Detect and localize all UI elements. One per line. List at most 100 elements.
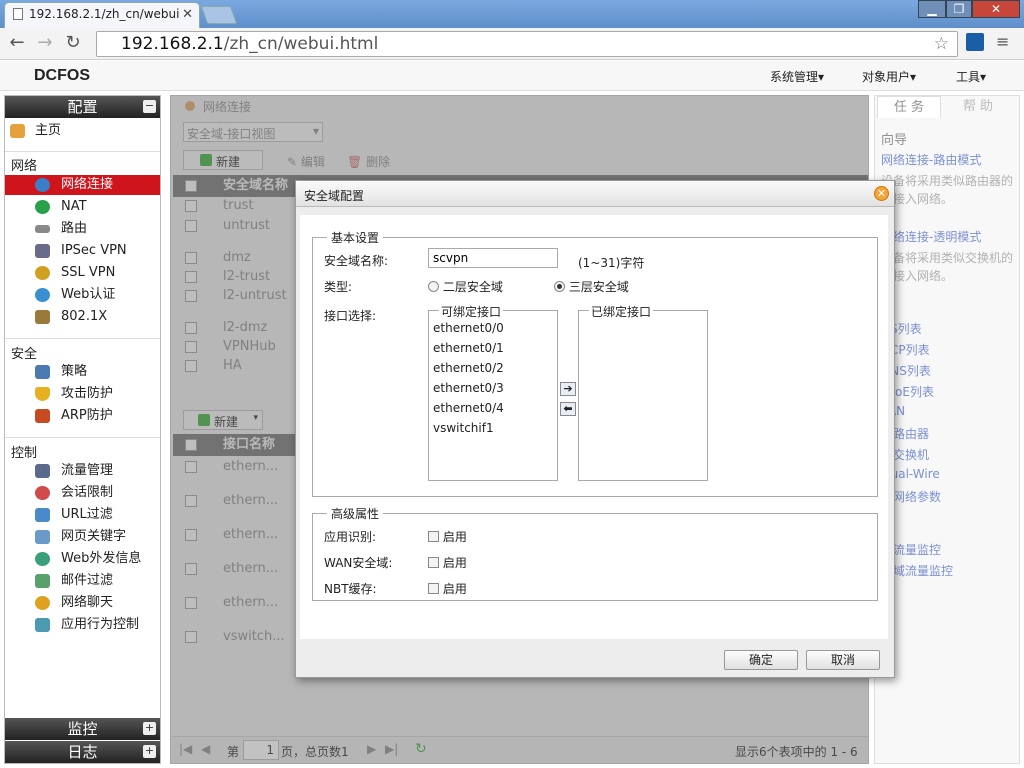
sidebar-item-policy[interactable]: 策略 bbox=[5, 362, 160, 382]
sidebar-monitor-header[interactable]: 监控 + bbox=[5, 718, 160, 740]
list-item[interactable]: ethernet0/1 bbox=[433, 341, 504, 355]
sidebar-item-app-behavior[interactable]: 应用行为控制 bbox=[5, 615, 160, 635]
sidebar-item-8021x[interactable]: 802.1X bbox=[5, 307, 160, 327]
expand-icon[interactable]: + bbox=[143, 745, 156, 758]
maximize-button[interactable]: ❐ bbox=[946, 0, 972, 18]
available-interfaces-list[interactable]: 可绑定接口 ethernet0/0 ethernet0/1 ethernet0/… bbox=[428, 303, 558, 481]
list-item[interactable]: ethernet0/2 bbox=[433, 361, 504, 375]
close-icon[interactable]: ✕ bbox=[874, 186, 889, 201]
app-identify-checkbox[interactable]: 启用 bbox=[428, 528, 467, 545]
policy-icon bbox=[35, 365, 50, 379]
list-item[interactable]: ethernet0/4 bbox=[433, 401, 504, 415]
traffic-icon bbox=[35, 464, 50, 478]
list-item[interactable]: vswitchif1 bbox=[433, 421, 494, 435]
advanced-settings-group: 高级属性 bbox=[312, 505, 878, 601]
web-auth-icon bbox=[35, 288, 50, 302]
minimize-button[interactable]: ▁ bbox=[918, 0, 946, 18]
sidebar-item-ipsec-vpn[interactable]: IPSec VPN bbox=[5, 241, 160, 261]
sidebar-item-label: 网页关键字 bbox=[61, 529, 127, 544]
session-icon bbox=[35, 486, 50, 500]
sidebar-item-label: 主页 bbox=[35, 123, 62, 138]
back-icon[interactable]: ← bbox=[6, 32, 28, 54]
menu-system-management[interactable]: 系统管理▾ bbox=[770, 68, 824, 85]
move-left-button[interactable]: ⬅ bbox=[560, 402, 576, 416]
sidebar-item-label: 流量管理 bbox=[61, 463, 114, 478]
type-l3-label: 三层安全域 bbox=[568, 280, 629, 294]
sidebar-item-network-connection[interactable]: 网络连接 bbox=[5, 175, 160, 195]
outbound-icon bbox=[35, 552, 50, 566]
sidebar-item-arp-defense[interactable]: ARP防护 bbox=[5, 406, 160, 426]
sidebar-item-session-limit[interactable]: 会话限制 bbox=[5, 483, 160, 503]
ssl-vpn-icon bbox=[35, 266, 50, 280]
sidebar-item-traffic-management[interactable]: 流量管理 bbox=[5, 461, 160, 481]
sidebar-item-nat[interactable]: NAT bbox=[5, 197, 160, 217]
type-l2-radio[interactable]: 二层安全域 bbox=[428, 278, 503, 295]
radio-button-selected[interactable] bbox=[554, 281, 565, 292]
type-l3-radio[interactable]: 三层安全域 bbox=[554, 278, 629, 295]
globe-icon bbox=[35, 178, 50, 192]
url-input[interactable]: 192.168.2.1/zh_cn/webui.html ☆ bbox=[96, 31, 958, 57]
ok-button[interactable]: 确定 bbox=[724, 650, 798, 670]
sidebar-item-web-outbound[interactable]: Web外发信息 bbox=[5, 549, 160, 569]
forward-icon[interactable]: → bbox=[34, 32, 56, 54]
checkbox[interactable] bbox=[428, 557, 439, 568]
wan-zone-label: WAN安全域: bbox=[324, 556, 393, 570]
menu-icon[interactable]: ≡ bbox=[996, 32, 1009, 51]
radio-button[interactable] bbox=[428, 281, 439, 292]
dialog-title-bar: 安全域配置 ✕ bbox=[296, 181, 894, 207]
basic-settings-legend: 基本设置 bbox=[331, 231, 380, 245]
reload-icon[interactable]: ↻ bbox=[62, 32, 84, 54]
divider bbox=[5, 437, 160, 438]
sidebar-item-label: 攻击防护 bbox=[61, 386, 114, 401]
sidebar-item-url-filter[interactable]: URL过滤 bbox=[5, 505, 160, 525]
router-icon bbox=[35, 225, 50, 233]
extension-icon[interactable] bbox=[966, 33, 984, 51]
sidebar-log-header[interactable]: 日志 + bbox=[5, 741, 160, 763]
checkbox[interactable] bbox=[428, 583, 439, 594]
menu-tools[interactable]: 工具▾ bbox=[956, 68, 986, 85]
advanced-settings-legend: 高级属性 bbox=[331, 507, 380, 521]
new-tab-button[interactable] bbox=[200, 6, 238, 24]
sidebar-item-web-keyword[interactable]: 网页关键字 bbox=[5, 527, 160, 547]
checkbox[interactable] bbox=[428, 531, 439, 542]
vpn-icon bbox=[35, 244, 50, 258]
sidebar-item-label: 802.1X bbox=[61, 309, 108, 324]
sidebar-item-home[interactable]: 主页 bbox=[5, 121, 160, 141]
tab-close-icon[interactable]: ✕ bbox=[182, 7, 193, 22]
type-l2-label: 二层安全域 bbox=[442, 280, 503, 294]
sidebar-item-route[interactable]: 路由 bbox=[5, 219, 160, 239]
sidebar-item-attack-defense[interactable]: 攻击防护 bbox=[5, 384, 160, 404]
list-item[interactable]: ethernet0/3 bbox=[433, 381, 504, 395]
sidebar-item-label: NAT bbox=[61, 199, 87, 214]
sidebar-item-label: 邮件过滤 bbox=[61, 573, 114, 588]
dialog-body: 基本设置 安全域名称: (1~31)字符 类型: 二层安全域 三层安全域 接口选… bbox=[300, 215, 888, 639]
collapse-icon[interactable]: − bbox=[143, 100, 156, 113]
cancel-button[interactable]: 取消 bbox=[806, 650, 880, 670]
list-item[interactable]: ethernet0/0 bbox=[433, 321, 504, 335]
close-window-button[interactable]: ✕ bbox=[972, 0, 1020, 18]
app-logo: DCFOS bbox=[34, 67, 90, 84]
sidebar-item-ssl-vpn[interactable]: SSL VPN bbox=[5, 263, 160, 283]
bound-interfaces-list[interactable]: 已绑定接口 bbox=[578, 303, 708, 481]
menu-object-users[interactable]: 对象用户▾ bbox=[862, 68, 916, 85]
bookmark-star-icon[interactable]: ☆ bbox=[934, 34, 949, 54]
sidebar-item-web-auth[interactable]: Web认证 bbox=[5, 285, 160, 305]
sidebar-item-mail-filter[interactable]: 邮件过滤 bbox=[5, 571, 160, 591]
wan-zone-checkbox[interactable]: 启用 bbox=[428, 554, 467, 571]
sidebar-section-control: 控制 bbox=[11, 446, 38, 461]
sidebar-item-label: 网络聊天 bbox=[61, 595, 114, 610]
move-right-button[interactable]: ➔ bbox=[560, 382, 576, 396]
type-label: 类型: bbox=[324, 280, 353, 294]
sidebar-item-label: Web认证 bbox=[61, 287, 116, 302]
sidebar-item-network-chat[interactable]: 网络聊天 bbox=[5, 593, 160, 613]
nbt-cache-checkbox[interactable]: 启用 bbox=[428, 580, 467, 597]
zone-name-input[interactable] bbox=[428, 248, 558, 268]
chat-icon bbox=[35, 596, 50, 610]
sidebar-item-label: Web外发信息 bbox=[61, 551, 142, 566]
app-control-icon bbox=[35, 618, 50, 632]
url-path: /zh_cn/webui.html bbox=[223, 34, 379, 54]
expand-icon[interactable]: + bbox=[143, 722, 156, 735]
browser-tab[interactable]: 192.168.2.1/zh_cn/webui ✕ bbox=[4, 2, 200, 28]
enable-label: 启用 bbox=[442, 556, 467, 570]
sidebar-config-header[interactable]: 配置 − bbox=[5, 96, 160, 118]
